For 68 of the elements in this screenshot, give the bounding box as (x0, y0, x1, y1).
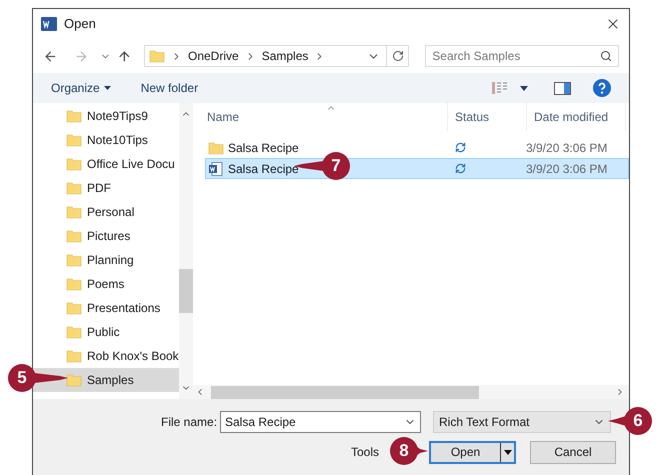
folder-icon (66, 372, 82, 388)
new-folder-button[interactable]: New folder (140, 79, 198, 97)
search-icon[interactable] (600, 50, 612, 62)
sidebar-item[interactable]: Public (33, 320, 179, 344)
column-header[interactable]: Date modified (526, 103, 626, 131)
folder-icon (66, 108, 82, 124)
folder-icon (66, 276, 82, 292)
up-icon[interactable] (117, 48, 132, 64)
sidebar-item[interactable]: PDF (33, 176, 179, 200)
vertical-scrollbar[interactable] (178, 103, 193, 399)
cancel-button[interactable]: Cancel (530, 440, 616, 464)
search-placeholder: Search Samples (432, 48, 522, 65)
view-options-icon[interactable] (492, 82, 508, 94)
app-logo-icon (41, 17, 57, 31)
file-name-label: File name: (161, 414, 217, 431)
refresh-icon[interactable] (392, 50, 404, 62)
file-name: Salsa Recipe (228, 140, 299, 156)
folder-icon (149, 48, 165, 64)
folder-icon (208, 140, 224, 156)
callout-arrow (416, 444, 428, 458)
sidebar-item[interactable]: Planning (33, 248, 179, 272)
document-icon (208, 160, 224, 176)
folder-icon (66, 132, 82, 148)
callout-badge: 6 (624, 407, 652, 435)
file-name-field[interactable]: Salsa Recipe (220, 411, 421, 433)
help-icon[interactable] (593, 79, 611, 97)
callout-arrow (34, 371, 68, 385)
column-header[interactable]: Status (447, 103, 526, 131)
scrollbar-thumb[interactable] (178, 269, 193, 313)
sidebar-item[interactable]: Pictures (33, 224, 179, 248)
sidebar-item[interactable]: Presentations (33, 296, 179, 320)
breadcrumb-item[interactable]: OneDrive (188, 47, 239, 65)
folder-icon (66, 156, 82, 172)
sidebar-item[interactable]: Note9Tips9 (33, 104, 179, 128)
sidebar-item[interactable]: Poems (33, 272, 179, 296)
sidebar-item[interactable]: Note10Tips (33, 128, 179, 152)
caret-icon[interactable] (104, 86, 111, 90)
date-modified: 3/9/20 3:06 PM (526, 160, 608, 178)
caret-icon[interactable] (520, 86, 528, 90)
address-bar[interactable]: OneDrive Samples (144, 45, 410, 67)
folder-icon (66, 300, 82, 316)
preview-pane-icon[interactable] (554, 82, 571, 94)
search-field[interactable]: Search Samples (425, 45, 619, 67)
open-button[interactable]: Open (429, 440, 516, 464)
sidebar-item[interactable]: Rob Knox's Book (33, 344, 179, 368)
folder-icon (66, 348, 82, 364)
folder-icon (66, 204, 82, 220)
folder-icon (66, 324, 82, 340)
file-type-dropdown[interactable]: Rich Text Format (433, 411, 611, 433)
callout-badge: 5 (8, 364, 36, 392)
scrollbar-thumb[interactable] (211, 386, 479, 398)
folder-icon (66, 180, 82, 196)
folder-icon (66, 252, 82, 268)
column-header[interactable]: Name (189, 108, 447, 126)
caret-icon[interactable] (504, 450, 512, 454)
folder-icon (66, 228, 82, 244)
sync-status-icon (455, 142, 466, 153)
sidebar-item[interactable]: Samples (33, 368, 179, 392)
back-icon[interactable] (43, 48, 58, 64)
window-title: Open (64, 15, 96, 34)
file-name: Salsa Recipe (228, 160, 299, 178)
sidebar-item[interactable]: Personal (33, 200, 179, 224)
sync-status-icon (455, 163, 466, 174)
tools-menu[interactable]: Tools (351, 443, 380, 461)
breadcrumb-item[interactable]: Samples (262, 47, 308, 65)
organize-menu[interactable]: Organize (51, 79, 111, 97)
sidebar-item[interactable]: Office Live Docu (33, 152, 179, 176)
date-modified: 3/9/20 3:06 PM (526, 140, 608, 156)
